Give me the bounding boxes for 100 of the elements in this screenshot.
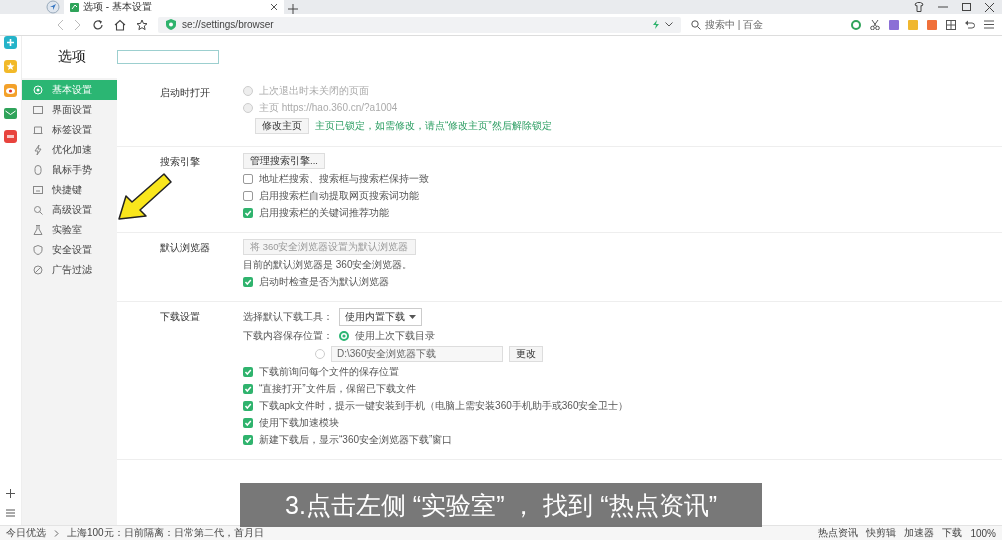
radio-button[interactable] <box>339 331 349 341</box>
navigation-icon[interactable] <box>46 0 60 14</box>
option-label: 使用下载加速模块 <box>259 416 339 430</box>
new-tab-icon[interactable] <box>288 4 298 14</box>
list-icon[interactable] <box>6 509 15 517</box>
section-title: 下载设置 <box>160 310 201 324</box>
shirt-icon[interactable] <box>914 2 924 12</box>
browser-tab[interactable]: 选项 - 基本设置 <box>64 0 284 14</box>
search-icon <box>691 19 701 30</box>
status-item[interactable]: 加速器 <box>904 526 935 540</box>
scissors-icon[interactable] <box>870 19 880 30</box>
option-label: 主页 https://hao.360.cn/?a1004 <box>259 101 398 115</box>
checkbox[interactable] <box>243 435 253 445</box>
window-icon <box>33 105 43 115</box>
checkbox[interactable] <box>243 191 253 201</box>
option-label: 下载前询问每个文件的保存位置 <box>259 365 399 379</box>
app-icon[interactable] <box>4 130 17 143</box>
settings-button: 将 360安全浏览器设置为默认浏览器 <box>243 239 416 255</box>
mail-icon[interactable] <box>4 108 17 119</box>
news-ticker[interactable]: 上海100元：日前隔离：日常第二代，首月日 <box>67 526 264 540</box>
checkbox[interactable] <box>243 418 253 428</box>
sidebar-item[interactable]: 界面设置 <box>22 100 117 120</box>
shield-icon <box>33 245 43 255</box>
status-item[interactable]: 下载 <box>942 526 963 540</box>
option-label: 启用搜索栏的关键词推荐功能 <box>259 206 389 220</box>
radio-button[interactable] <box>315 349 325 359</box>
field-label: 下载内容保存位置： <box>243 329 333 343</box>
settings-tab-icon <box>70 2 79 12</box>
page-title: 选项 <box>57 48 87 66</box>
star-icon[interactable] <box>4 60 17 73</box>
block-icon <box>33 265 43 275</box>
flask-icon <box>33 225 43 235</box>
sidebar-plus-icon[interactable] <box>4 36 17 49</box>
section-title: 默认浏览器 <box>160 241 211 255</box>
sidebar-item[interactable]: 高级设置 <box>22 200 117 220</box>
mouse-icon <box>33 165 43 175</box>
option-label: 新建下载后，显示“360安全浏览器下载”窗口 <box>259 433 453 447</box>
sidebar-item[interactable]: 鼠标手势 <box>22 160 117 180</box>
settings-button[interactable]: 管理搜索引擎... <box>243 153 325 169</box>
pointer-arrow <box>118 172 172 220</box>
eye-icon[interactable] <box>4 84 17 97</box>
change-folder-button[interactable]: 更改 <box>509 346 543 362</box>
home-icon[interactable] <box>114 18 126 31</box>
shield-icon <box>166 19 176 30</box>
close-icon[interactable] <box>270 3 278 11</box>
forward-icon[interactable] <box>74 18 82 31</box>
option-label: 启用搜索栏自动提取网页搜索词功能 <box>259 189 419 203</box>
option-label: 使用上次下载目录 <box>355 329 435 343</box>
checkbox[interactable] <box>243 384 253 394</box>
close-icon[interactable] <box>985 2 994 12</box>
sidebar-item[interactable]: 快捷键 <box>22 180 117 200</box>
field-label: 选择默认下载工具： <box>243 310 333 324</box>
checkbox[interactable] <box>243 208 253 218</box>
back-icon[interactable] <box>56 18 64 31</box>
video-caption: 3.点击左侧 “实验室” ， 找到 “热点资讯” <box>240 483 762 527</box>
keyboard-icon <box>33 185 43 195</box>
option-label: 启动时检查是否为默认浏览器 <box>259 275 389 289</box>
add-icon[interactable] <box>6 489 15 498</box>
option-label: 上次退出时未关闭的页面 <box>259 84 369 98</box>
checkbox[interactable] <box>243 277 253 287</box>
sidebar-item[interactable]: 安全设置 <box>22 240 117 260</box>
sidebar-item[interactable]: 标签设置 <box>22 120 117 140</box>
sidebar-item[interactable]: 优化加速 <box>22 140 117 160</box>
checkbox[interactable] <box>243 174 253 184</box>
undo-icon[interactable] <box>965 19 975 30</box>
checkbox[interactable] <box>243 401 253 411</box>
tab-icon <box>33 125 43 135</box>
chevron-icon[interactable] <box>54 529 59 537</box>
sidebar-item[interactable]: 实验室 <box>22 220 117 240</box>
lock-notice: 主页已锁定，如需修改，请点“修改主页”然后解除锁定 <box>315 119 552 133</box>
option-label: 下载apk文件时，提示一键安装到手机（电脑上需安装360手机助手或360安全卫士） <box>259 399 629 413</box>
search-field[interactable]: 搜索中 | 百金 <box>691 17 841 32</box>
status-item[interactable]: 热点资讯 <box>818 526 859 540</box>
grid-icon[interactable] <box>946 19 956 30</box>
section-title: 启动时打开 <box>160 86 211 100</box>
download-tool-dropdown[interactable]: 使用内置下载 <box>339 308 422 326</box>
circle-icon[interactable] <box>851 19 861 30</box>
caret-icon <box>409 315 416 319</box>
option-label: “直接打开”文件后，保留已下载文件 <box>259 382 416 396</box>
gear-icon <box>33 85 43 95</box>
address-field[interactable]: se://settings/browser <box>158 16 681 33</box>
lightning-icon[interactable] <box>653 20 659 29</box>
menu-icon[interactable] <box>984 20 994 29</box>
magnifier-icon <box>33 205 43 215</box>
checkbox[interactable] <box>243 367 253 377</box>
modify-homepage-button[interactable]: 修改主页 <box>255 118 309 134</box>
status-text: 目前的默认浏览器是 360安全浏览器。 <box>243 258 413 272</box>
maximize-icon[interactable] <box>962 3 971 11</box>
section-title: 搜索引擎 <box>160 155 201 169</box>
status-item[interactable]: 100% <box>970 527 996 539</box>
reload-icon[interactable] <box>92 18 104 31</box>
lightning-icon <box>33 145 43 155</box>
option-label: 地址栏搜索、搜索框与搜索栏保持一致 <box>259 172 429 186</box>
caret-icon[interactable] <box>665 22 673 27</box>
settings-search-field[interactable] <box>117 50 219 64</box>
folder-path-field[interactable]: D:\360安全浏览器下载 <box>331 346 503 362</box>
status-item[interactable]: 快剪辑 <box>866 526 897 540</box>
star-icon[interactable] <box>136 18 148 31</box>
sidebar-item[interactable]: 广告过滤 <box>22 260 117 280</box>
status-link[interactable]: 今日优选 <box>6 526 46 540</box>
